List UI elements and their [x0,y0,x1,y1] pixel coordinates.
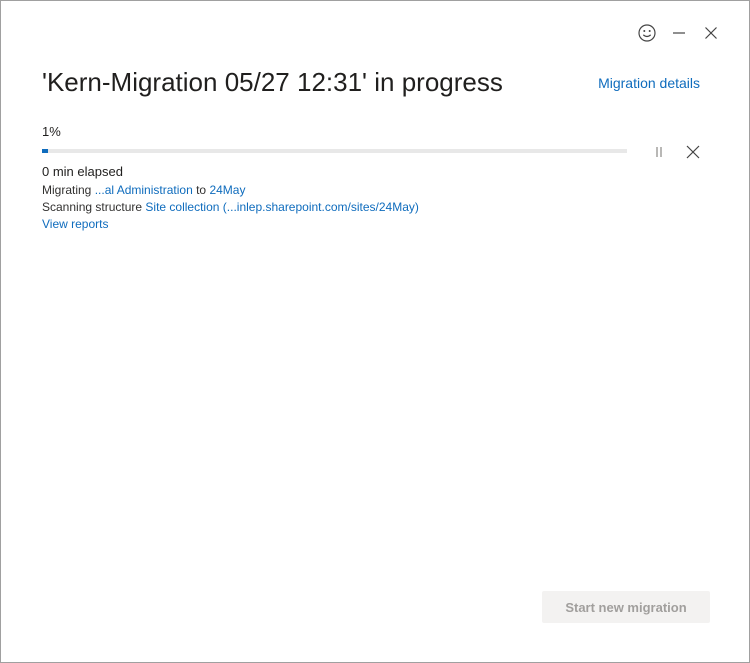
migrating-status: Migrating ...al Administration to 24May [42,183,245,197]
close-button[interactable] [695,21,727,45]
migrating-to-label: to [196,183,207,197]
pause-icon [656,147,662,157]
migrating-prefix: Migrating [42,183,92,197]
cancel-icon [686,145,700,159]
start-new-migration-button[interactable]: Start new migration [542,591,710,623]
migration-source-link[interactable]: ...al Administration [95,183,193,197]
close-icon [705,27,717,39]
view-reports-link[interactable]: View reports [42,217,108,231]
progress-bar [42,149,627,153]
minimize-icon [673,32,685,34]
elapsed-time: 0 min elapsed [42,164,123,179]
progress-percent: 1% [42,124,61,139]
feedback-button[interactable] [631,21,663,45]
migration-details-link[interactable]: Migration details [598,75,700,91]
migration-destination-link[interactable]: 24May [209,183,245,197]
scanning-prefix: Scanning structure [42,200,143,214]
pause-button[interactable] [649,143,669,161]
page-title: 'Kern-Migration 05/27 12:31' in progress [42,67,503,97]
smiley-feedback-icon [638,24,656,42]
scanning-status: Scanning structure Site collection (...i… [42,200,419,214]
progress-bar-fill [42,149,48,153]
titlebar-controls [631,21,727,45]
cancel-migration-button[interactable] [683,142,703,162]
migration-window: 'Kern-Migration 05/27 12:31' in progress… [0,0,750,663]
minimize-button[interactable] [663,21,695,45]
scanning-target-link[interactable]: Site collection (...inlep.sharepoint.com… [145,200,418,214]
